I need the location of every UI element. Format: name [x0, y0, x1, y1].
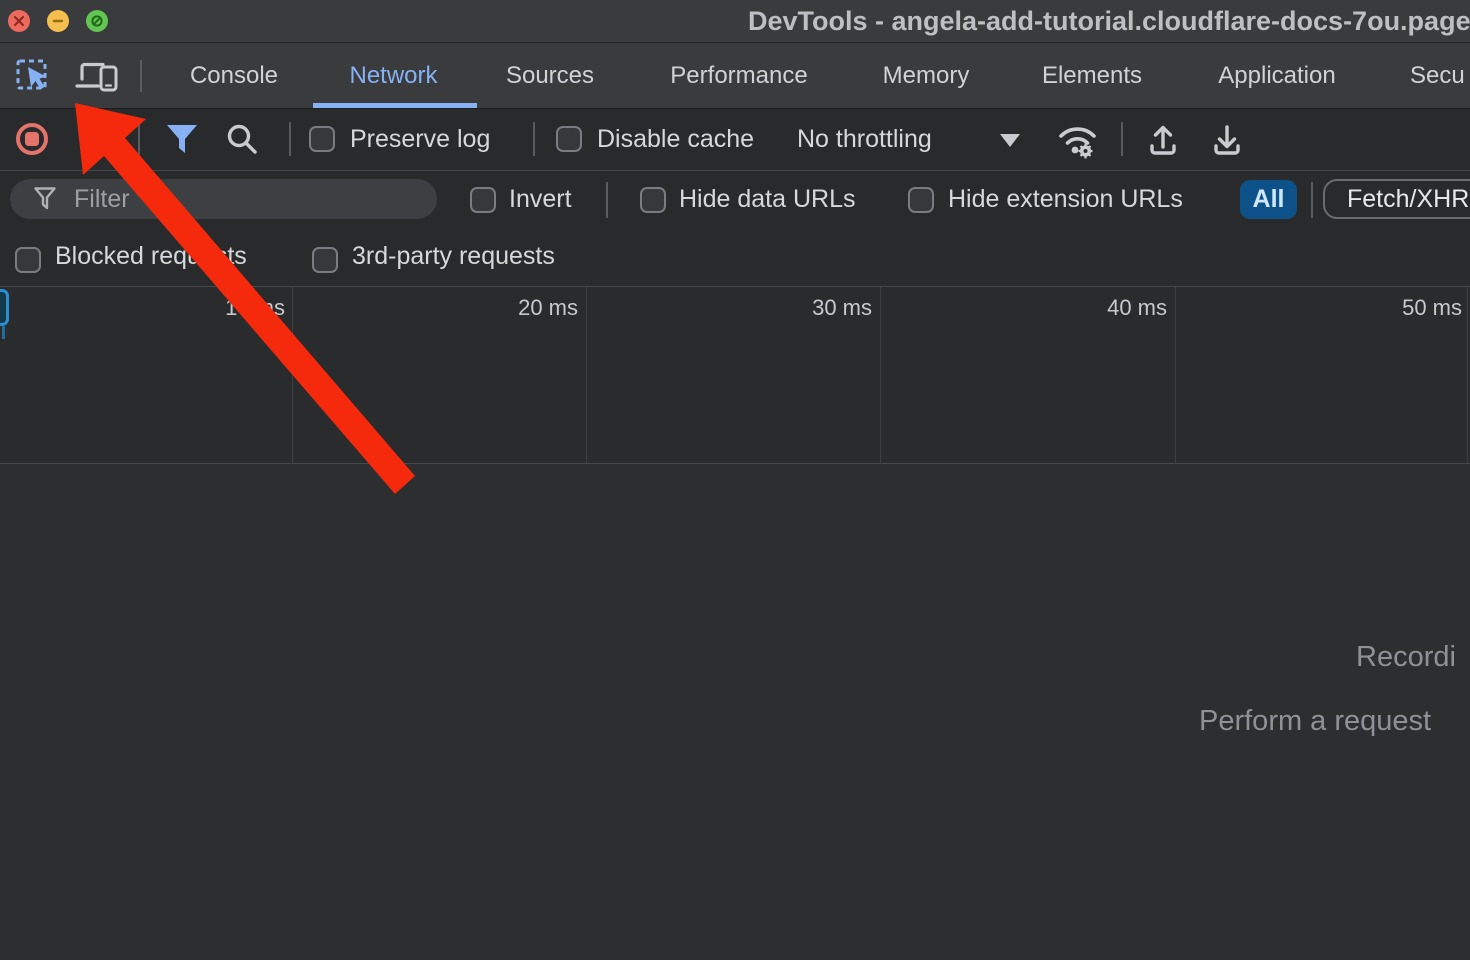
record-stop-icon: [13, 120, 51, 158]
overview-selection-handle[interactable]: [0, 289, 9, 326]
zoom-icon: [90, 14, 104, 28]
timeline-gridline: [1175, 287, 1176, 463]
inspect-element-button[interactable]: [12, 55, 56, 97]
request-type-chip-fetch-xhr[interactable]: Fetch/XHR: [1323, 179, 1470, 219]
tab-sources[interactable]: Sources: [498, 43, 602, 108]
timeline-tick: 50 ms: [1342, 295, 1462, 321]
tab-application[interactable]: Application: [1206, 43, 1348, 108]
title-bar: DevTools - angela-add-tutorial.cloudflar…: [0, 0, 1470, 43]
timeline-gridline: [1467, 287, 1468, 463]
stop-recording-button[interactable]: [12, 119, 52, 159]
filter-input[interactable]: [72, 184, 437, 215]
tabbar-separator: [140, 60, 142, 92]
checkbox-box: [312, 247, 338, 273]
checkbox-box: [309, 126, 335, 152]
request-filters-row: Blocked requests 3rd-party requests: [0, 228, 1470, 286]
network-toolbar: Preserve log Disable cache No throttling: [0, 109, 1470, 171]
close-button[interactable]: [8, 10, 30, 32]
checkbox-box: [470, 187, 496, 213]
hide-extension-urls-label: Hide extension URLs: [948, 171, 1183, 228]
zoom-button[interactable]: [86, 10, 108, 32]
disable-cache-label: Disable cache: [597, 109, 754, 170]
timeline-tick: 40 ms: [1047, 295, 1167, 321]
devtools-tab-bar: Console Network Sources Performance Memo…: [0, 43, 1470, 109]
third-party-requests-label: 3rd-party requests: [352, 228, 555, 285]
hide-data-urls-label: Hide data URLs: [679, 171, 855, 228]
timeline-gridline: [880, 287, 881, 463]
filter-input-container[interactable]: [10, 179, 437, 219]
funnel-icon: [34, 187, 56, 211]
import-har-button[interactable]: [1142, 118, 1184, 160]
search-icon: [224, 121, 260, 157]
upload-icon: [1144, 120, 1182, 158]
clear-network-log-button[interactable]: [76, 119, 116, 159]
devtools-window: DevTools - angela-add-tutorial.cloudflar…: [0, 0, 1470, 960]
blocked-requests-label: Blocked requests: [55, 228, 247, 285]
clear-icon: [79, 122, 113, 156]
tab-elements[interactable]: Elements: [1034, 43, 1150, 108]
download-icon: [1208, 120, 1246, 158]
tab-security[interactable]: Secu: [1410, 43, 1470, 108]
network-conditions-button[interactable]: [1056, 118, 1100, 160]
invert-label: Invert: [509, 171, 572, 228]
perform-request-hint-text: Perform a request: [1199, 705, 1431, 738]
toolbar-separator: [138, 122, 140, 156]
checkbox-box: [908, 187, 934, 213]
tab-memory[interactable]: Memory: [874, 43, 978, 108]
search-button[interactable]: [222, 119, 262, 159]
minimize-icon: [52, 15, 64, 27]
request-type-chip-all[interactable]: All: [1240, 180, 1297, 219]
timeline-gridline: [292, 287, 293, 463]
filter-toggle-button[interactable]: [162, 119, 202, 159]
network-requests-panel: Recordi Perform a request: [0, 465, 1470, 960]
timeline-tick: 30 ms: [752, 295, 872, 321]
close-icon: [13, 15, 25, 27]
active-tab-underline: [313, 103, 477, 108]
funnel-icon: [165, 123, 199, 155]
checkbox-box: [640, 187, 666, 213]
tab-network[interactable]: Network: [339, 43, 448, 108]
chevron-down-icon: [1000, 134, 1020, 147]
export-har-button[interactable]: [1206, 118, 1248, 160]
network-conditions-icon: [1056, 119, 1100, 159]
timeline-tick: 20 ms: [458, 295, 578, 321]
toolbar-separator: [1121, 122, 1123, 156]
minimize-button[interactable]: [47, 10, 69, 32]
inspect-cursor-icon: [15, 58, 53, 95]
device-toolbar-icon: [74, 57, 120, 95]
recording-status-text: Recordi: [1356, 641, 1456, 674]
checkbox-box: [556, 126, 582, 152]
preserve-log-label: Preserve log: [350, 109, 490, 170]
timeline-tick: 10 ms: [165, 295, 285, 321]
toolbar-separator: [533, 122, 535, 156]
filter-separator: [1311, 182, 1313, 218]
toolbar-separator: [289, 122, 291, 156]
timeline-gridline: [586, 287, 587, 463]
checkbox-box: [15, 247, 41, 273]
tab-performance[interactable]: Performance: [656, 43, 822, 108]
throttling-value: No throttling: [797, 109, 932, 170]
filter-separator: [606, 182, 608, 218]
overview-selection-handle-tail: [2, 326, 5, 339]
tab-console[interactable]: Console: [183, 43, 285, 108]
network-filter-bar: Invert Hide data URLs Hide extension URL…: [0, 171, 1470, 228]
toggle-device-toolbar-button[interactable]: [72, 55, 122, 97]
window-title: DevTools - angela-add-tutorial.cloudflar…: [748, 0, 1470, 42]
network-overview-timeline[interactable]: 10 ms 20 ms 30 ms 40 ms 50 ms: [0, 286, 1470, 464]
